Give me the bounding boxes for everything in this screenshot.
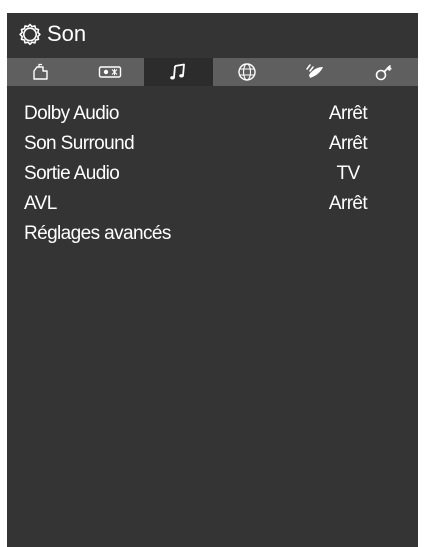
menu-item-avl[interactable]: AVL Arrêt	[7, 189, 418, 219]
page-title: Son	[47, 21, 87, 46]
menu-header: Son	[7, 13, 418, 58]
tab-setup[interactable]	[350, 58, 419, 86]
tab-picture[interactable]	[7, 58, 76, 86]
gear-icon	[19, 23, 41, 46]
category-tab-bar	[7, 58, 418, 86]
menu-item-label: AVL	[24, 193, 57, 214]
satellite-icon	[304, 63, 326, 81]
menu-item-audio-output[interactable]: Sortie Audio TV	[7, 159, 418, 189]
sound-menu-panel: Son Dolby Audio Arrêt Son Surround Arrêt…	[7, 13, 418, 547]
menu-item-dolby-audio[interactable]: Dolby Audio Arrêt	[7, 99, 418, 129]
menu-item-advanced-settings[interactable]: Réglages avancés	[7, 219, 418, 249]
menu-item-label: Dolby Audio	[24, 103, 119, 124]
tab-av-input[interactable]	[76, 58, 145, 86]
menu-item-label: Sortie Audio	[24, 163, 120, 184]
menu-item-label: Son Surround	[24, 133, 135, 154]
tab-sound[interactable]	[144, 58, 213, 86]
tab-channels[interactable]	[281, 58, 350, 86]
menu-item-value: Arrêt	[328, 133, 368, 154]
av-input-icon	[98, 64, 122, 80]
menu-item-value: Arrêt	[328, 103, 368, 124]
menu-item-surround-sound[interactable]: Son Surround Arrêt	[7, 129, 418, 159]
sound-settings-list: Dolby Audio Arrêt Son Surround Arrêt Sor…	[7, 99, 418, 249]
picture-icon	[31, 63, 51, 81]
menu-item-value: Arrêt	[328, 193, 368, 214]
menu-item-value: TV	[336, 163, 360, 184]
music-note-icon	[169, 63, 187, 81]
settings-key-icon	[374, 62, 394, 82]
network-globe-icon	[237, 62, 257, 82]
menu-item-label: Réglages avancés	[24, 223, 171, 244]
tab-network[interactable]	[213, 58, 282, 86]
